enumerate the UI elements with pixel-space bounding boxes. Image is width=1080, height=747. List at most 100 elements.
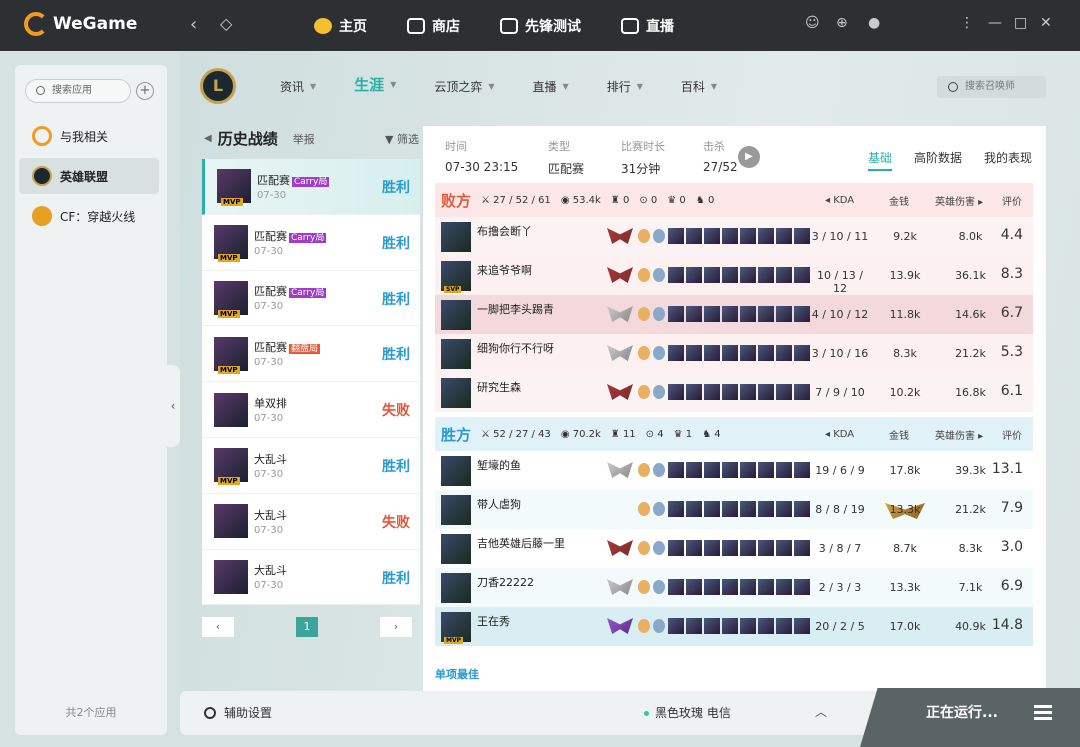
summoner-search-input[interactable]: 搜索召唤师 (937, 76, 1046, 98)
more-icon[interactable]: ⋮ (960, 15, 974, 31)
item-icon[interactable] (704, 306, 720, 322)
sidebar-item-related[interactable]: 与我相关 (19, 118, 159, 154)
item-icon[interactable] (668, 540, 684, 556)
item-icon[interactable] (722, 501, 738, 517)
best-stats-tab[interactable]: 单项最佳 (435, 666, 479, 682)
item-icon[interactable] (668, 228, 684, 244)
download-icon[interactable]: ⊕ (836, 15, 848, 31)
col-gold[interactable]: 金钱 (889, 427, 909, 442)
col-kda[interactable]: ◂ KDA (825, 429, 854, 440)
player-name[interactable]: 研究生森 (477, 379, 521, 395)
item-icon[interactable] (740, 579, 756, 595)
tab-wiki[interactable]: 百科 ▼ (681, 77, 717, 95)
player-name[interactable]: 吉他英雄后藤一里 (477, 535, 565, 551)
player-row[interactable]: 布撸会断丫 3 / 10 / 11 9.2k 8.0k 4.4 (435, 217, 1033, 256)
item-icon[interactable] (794, 462, 810, 478)
item-icon[interactable] (794, 267, 810, 283)
item-icon[interactable] (794, 228, 810, 244)
item-icon[interactable] (686, 306, 702, 322)
item-icon[interactable] (722, 462, 738, 478)
nav-store[interactable]: 商店 (407, 16, 460, 36)
item-icon[interactable] (704, 267, 720, 283)
item-icon[interactable] (704, 618, 720, 634)
player-row[interactable]: MVP 王在秀 20 / 2 / 5 17.0k 40.9k 14.8 (435, 607, 1033, 646)
player-row[interactable]: 细狗你行不行呀 3 / 10 / 16 8.3k 21.2k 5.3 (435, 334, 1033, 373)
item-icon[interactable] (686, 267, 702, 283)
chevron-up-icon[interactable]: ︿ (815, 703, 827, 720)
item-icon[interactable] (722, 306, 738, 322)
item-icon[interactable] (740, 501, 756, 517)
item-icon[interactable] (740, 267, 756, 283)
nav-home[interactable]: 主页 (314, 16, 367, 36)
item-icon[interactable] (722, 384, 738, 400)
item-icon[interactable] (758, 540, 774, 556)
tab-basic[interactable]: 基础 (867, 149, 892, 171)
avatar[interactable]: ● (868, 15, 880, 31)
item-icon[interactable] (686, 579, 702, 595)
sidebar-item-cf[interactable]: CF：穿越火线 (19, 198, 159, 234)
item-icon[interactable] (776, 267, 792, 283)
item-icon[interactable] (722, 618, 738, 634)
player-name[interactable]: 来追爷爷啊 (477, 262, 532, 278)
player-name[interactable]: 王在秀 (477, 613, 510, 629)
item-icon[interactable] (704, 501, 720, 517)
player-row[interactable]: SVP 来追爷爷啊 10 / 13 / 12 13.9k 36.1k 8.3 (435, 256, 1033, 295)
player-name[interactable]: 布撸会断丫 (477, 223, 532, 239)
item-icon[interactable] (740, 228, 756, 244)
tab-my-performance[interactable]: 我的表现 (984, 149, 1032, 171)
match-history-item[interactable]: 大乱斗 07-30 胜利 (202, 549, 420, 606)
item-icon[interactable] (668, 618, 684, 634)
item-icon[interactable] (758, 462, 774, 478)
item-icon[interactable] (794, 579, 810, 595)
maximize-icon[interactable]: □ (1014, 15, 1027, 31)
item-icon[interactable] (776, 501, 792, 517)
match-history-item[interactable]: MVP 匹配赛 Carry局 07-30 胜利 (202, 214, 420, 271)
item-icon[interactable] (776, 228, 792, 244)
item-icon[interactable] (668, 306, 684, 322)
report-button[interactable]: 举报 (293, 131, 315, 147)
item-icon[interactable] (668, 345, 684, 361)
aux-settings-button[interactable]: 辅助设置 (204, 704, 272, 721)
player-row[interactable]: 刀香22222 2 / 3 / 3 13.3k 7.1k 6.9 (435, 568, 1033, 607)
champion-avatar[interactable] (441, 533, 471, 564)
col-score[interactable]: 评价 (1002, 427, 1022, 442)
item-icon[interactable] (740, 618, 756, 634)
add-app-button[interactable]: + (136, 82, 154, 100)
item-icon[interactable] (668, 384, 684, 400)
forward-icon[interactable]: ◇ (220, 14, 232, 33)
champion-avatar[interactable]: MVP (441, 611, 471, 644)
player-name[interactable]: 细狗你行不行呀 (477, 340, 554, 356)
chat-icon[interactable]: ☺ (805, 15, 820, 31)
col-damage[interactable]: 英雄伤害 ▸ (935, 427, 983, 442)
player-name[interactable]: 带人虐狗 (477, 496, 521, 512)
item-icon[interactable] (776, 540, 792, 556)
champion-avatar[interactable] (441, 221, 471, 252)
caret-left-icon[interactable]: ◀ (204, 133, 212, 144)
tab-advanced[interactable]: 高阶数据 (914, 149, 962, 171)
item-icon[interactable] (758, 345, 774, 361)
item-icon[interactable] (776, 345, 792, 361)
item-icon[interactable] (794, 501, 810, 517)
sidebar-item-lol[interactable]: 英雄联盟 (19, 158, 159, 194)
item-icon[interactable] (668, 267, 684, 283)
item-icon[interactable] (686, 384, 702, 400)
tab-tft[interactable]: 云顶之弈 ▼ (434, 77, 494, 95)
tab-career[interactable]: 生涯 ▼ (354, 74, 396, 95)
match-history-item[interactable]: MVP 匹配赛 翻盘局 07-30 胜利 (202, 326, 420, 383)
collapse-sidebar-button[interactable]: ‹ (166, 365, 180, 447)
player-row[interactable]: 堑壕的鱼 19 / 6 / 9 17.8k 39.3k 13.1 (435, 451, 1033, 490)
item-icon[interactable] (686, 540, 702, 556)
item-icon[interactable] (686, 618, 702, 634)
filter-button[interactable]: ▼ 筛选 (385, 131, 419, 147)
item-icon[interactable] (704, 384, 720, 400)
champion-avatar[interactable] (441, 572, 471, 603)
item-icon[interactable] (794, 306, 810, 322)
item-icon[interactable] (794, 345, 810, 361)
match-history-item[interactable]: MVP 匹配赛 Carry局 07-30 胜利 (202, 159, 420, 215)
player-row[interactable]: 研究生森 7 / 9 / 10 10.2k 16.8k 6.1 (435, 373, 1033, 412)
prev-page-button[interactable]: ‹ (202, 617, 234, 637)
champion-avatar[interactable]: SVP (441, 260, 471, 293)
item-icon[interactable] (758, 228, 774, 244)
tab-news[interactable]: 资讯 ▼ (280, 77, 316, 95)
tab-rank[interactable]: 排行 ▼ (607, 77, 643, 95)
